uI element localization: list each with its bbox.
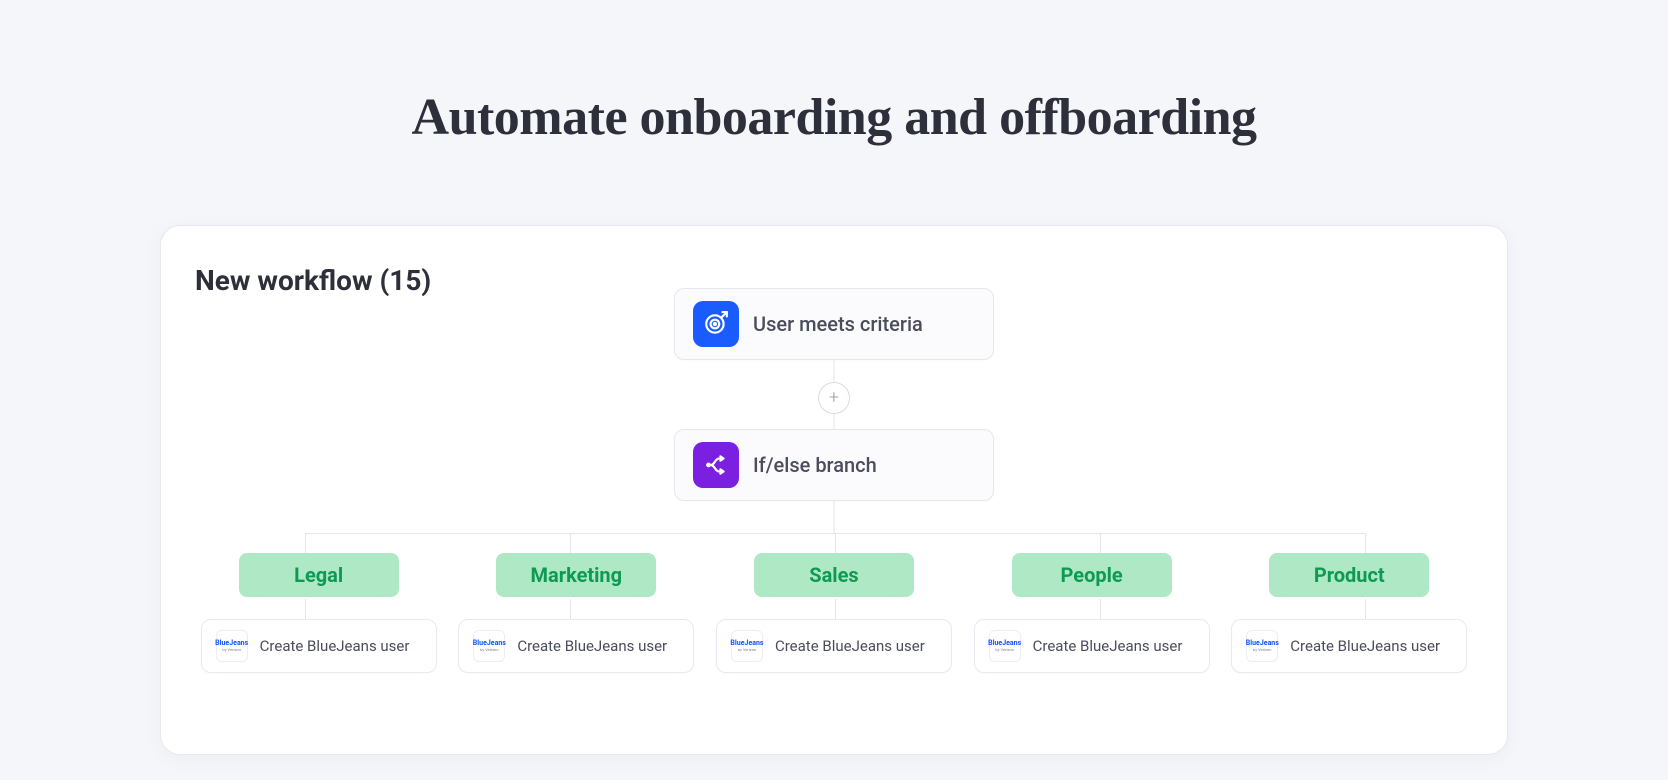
target-icon: [693, 301, 739, 347]
branch-tag-product[interactable]: Product: [1269, 553, 1429, 597]
branch-column: Sales BlueJeans by Verizon Create BlueJe…: [714, 531, 954, 673]
action-node[interactable]: BlueJeans by Verizon Create BlueJeans us…: [974, 619, 1210, 673]
workflow-canvas: User meets criteria + If/else branc: [161, 226, 1507, 754]
workflow-card: New workflow (15): [160, 225, 1508, 755]
connector-line: [834, 414, 835, 430]
action-label: Create BlueJeans user: [1033, 637, 1183, 655]
action-label: Create BlueJeans user: [260, 637, 410, 655]
bluejeans-icon: BlueJeans by Verizon: [216, 630, 248, 662]
action-node[interactable]: BlueJeans by Verizon Create BlueJeans us…: [1231, 619, 1467, 673]
action-node[interactable]: BlueJeans by Verizon Create BlueJeans us…: [201, 619, 437, 673]
branch-column: Product BlueJeans by Verizon Create Blue…: [1229, 531, 1469, 673]
branch-tag-people[interactable]: People: [1012, 553, 1172, 597]
bluejeans-icon: BlueJeans by Verizon: [473, 630, 505, 662]
bluejeans-icon: BlueJeans by Verizon: [731, 630, 763, 662]
condition-label: If/else branch: [753, 453, 877, 477]
branch-icon: [693, 442, 739, 488]
page-container: Automate onboarding and offboarding New …: [0, 0, 1668, 780]
branch-tag-sales[interactable]: Sales: [754, 553, 914, 597]
action-node[interactable]: BlueJeans by Verizon Create BlueJeans us…: [458, 619, 694, 673]
branch-tag-legal[interactable]: Legal: [239, 553, 399, 597]
action-label: Create BlueJeans user: [1290, 637, 1440, 655]
bluejeans-icon: BlueJeans by Verizon: [1246, 630, 1278, 662]
branch-column: People BlueJeans by Verizon Create BlueJ…: [972, 531, 1212, 673]
plus-icon: +: [829, 389, 839, 407]
branch-row: Legal BlueJeans by Verizon Create BlueJe…: [161, 531, 1507, 673]
trigger-label: User meets criteria: [753, 312, 923, 336]
connector-line: [834, 360, 835, 382]
branch-tag-marketing[interactable]: Marketing: [496, 553, 656, 597]
add-step-button[interactable]: +: [818, 382, 850, 414]
action-label: Create BlueJeans user: [775, 637, 925, 655]
page-title: Automate onboarding and offboarding: [0, 0, 1668, 147]
bluejeans-icon: BlueJeans by Verizon: [989, 630, 1021, 662]
condition-node[interactable]: If/else branch: [674, 429, 994, 501]
branch-column: Marketing BlueJeans by Verizon Create Bl…: [456, 531, 696, 673]
trigger-node[interactable]: User meets criteria: [674, 288, 994, 360]
action-label: Create BlueJeans user: [517, 637, 667, 655]
branch-column: Legal BlueJeans by Verizon Create BlueJe…: [199, 531, 439, 673]
action-node[interactable]: BlueJeans by Verizon Create BlueJeans us…: [716, 619, 952, 673]
connector-line: [834, 501, 835, 533]
